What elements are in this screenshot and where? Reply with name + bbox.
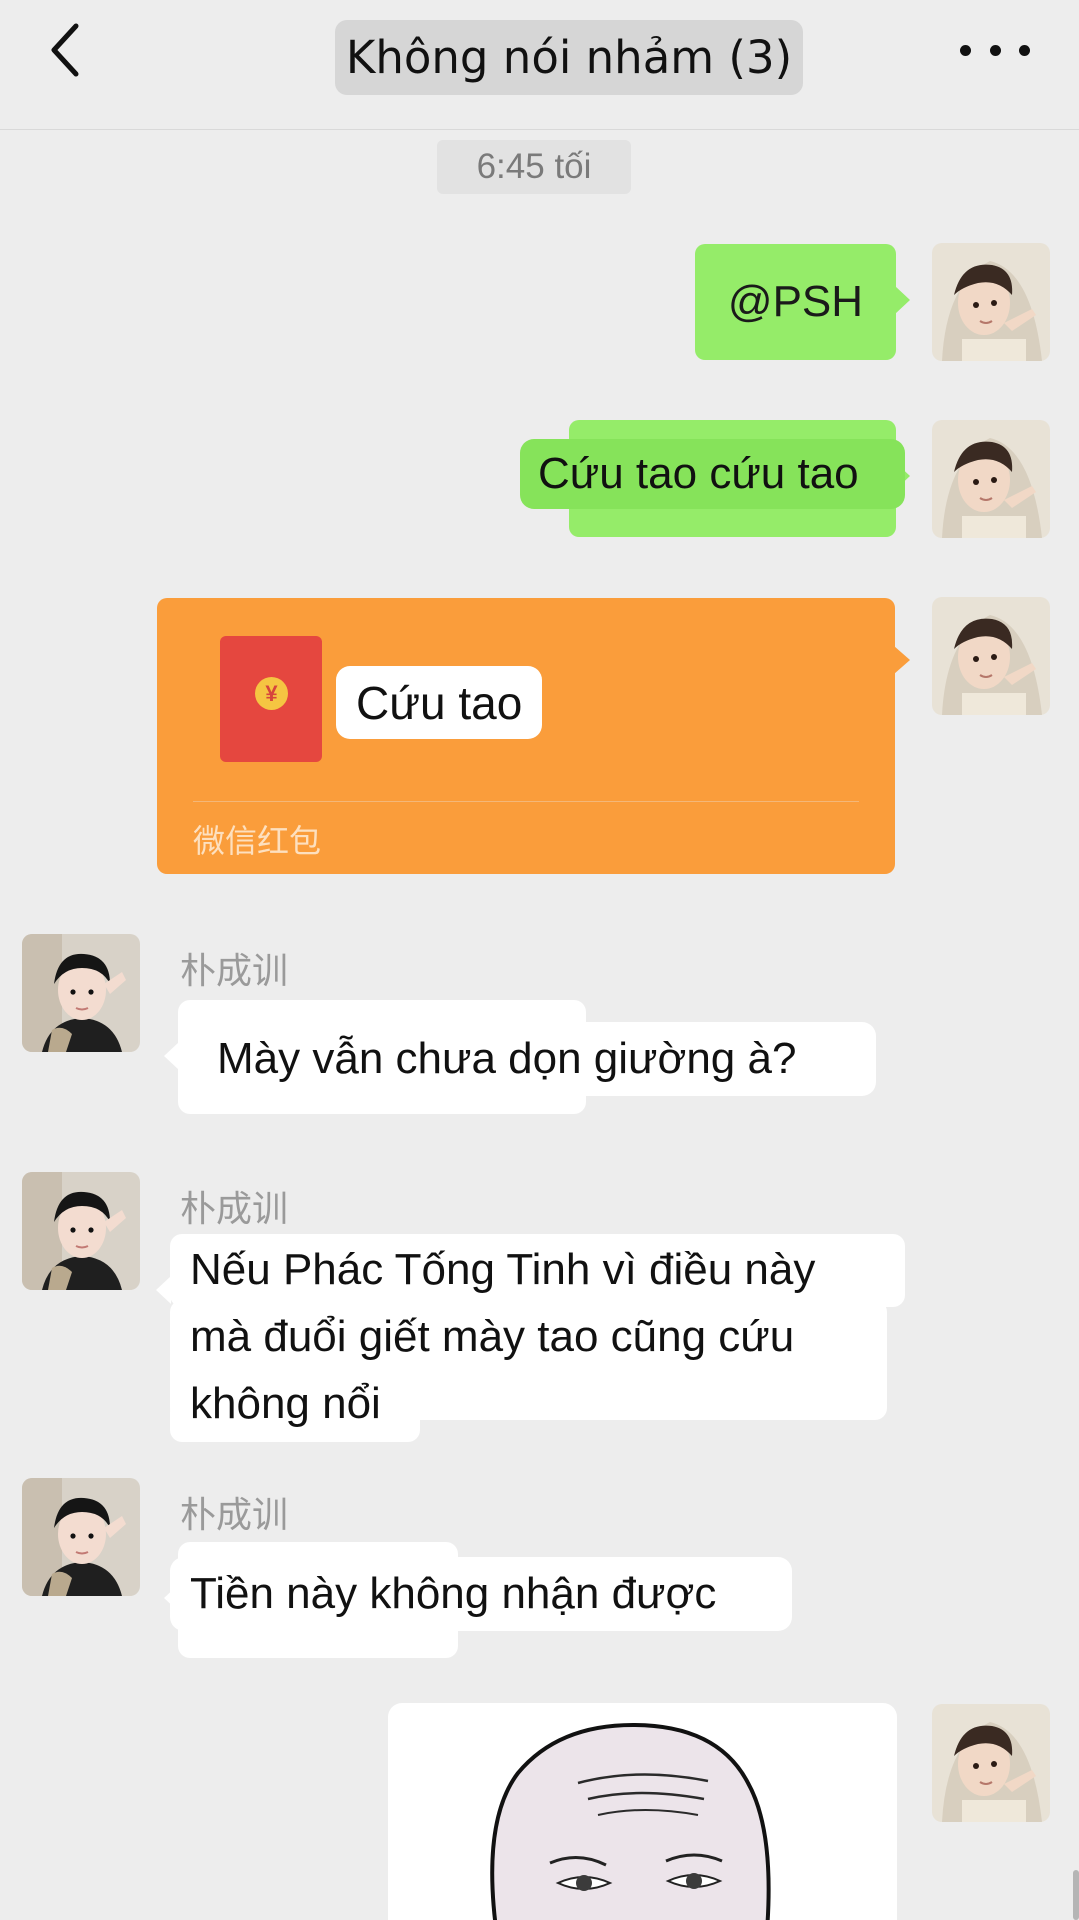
my-avatar[interactable] (932, 420, 1050, 538)
red-packet-label: 微信红包 (193, 822, 322, 860)
red-packet-greeting: Cứu tao (336, 666, 543, 739)
my-avatar[interactable] (932, 243, 1050, 361)
message-text-line: mà đuổi giết mày tao cũng cứu (190, 1312, 795, 1361)
message-text: Cứu tao cứu tao (520, 439, 905, 509)
outgoing-message-bubble[interactable]: @PSH (695, 244, 910, 360)
sender-name: 朴成训 (180, 1189, 289, 1230)
message-text: Mày vẫn chưa dọn giường à? (217, 1034, 797, 1083)
scrollbar-thumb[interactable] (1073, 1870, 1079, 1920)
message-text: @PSH (727, 277, 864, 326)
red-packet-message[interactable]: ¥ Cứu tao 微信红包 (157, 598, 910, 874)
chevron-left-icon (51, 23, 79, 77)
chat-title[interactable]: Không nói nhảm (3) (335, 20, 803, 95)
sender-name: 朴成训 (180, 951, 289, 992)
wojak-face-sticker (490, 1722, 771, 1920)
sender-avatar[interactable] (22, 934, 140, 1052)
sender-avatar[interactable] (22, 1172, 140, 1290)
back-button[interactable] (40, 18, 96, 82)
my-avatar[interactable] (932, 597, 1050, 715)
sender-name: 朴成训 (180, 1495, 289, 1536)
sticker-message[interactable] (388, 1703, 897, 1920)
more-options-button[interactable] (960, 30, 1030, 70)
my-avatar[interactable] (932, 1704, 1050, 1822)
message-text: Tiền này không nhận được (190, 1569, 717, 1618)
message-text-line: Nếu Phác Tống Tinh vì điều này (190, 1245, 816, 1294)
red-envelope-icon: ¥ (220, 636, 322, 762)
message-timestamp: 6:45 tối (437, 140, 631, 194)
chat-header: Không nói nhảm (3) (0, 0, 1079, 130)
more-dots-icon (960, 44, 971, 56)
message-text-line: không nổi (190, 1379, 381, 1428)
sender-avatar[interactable] (22, 1478, 140, 1596)
